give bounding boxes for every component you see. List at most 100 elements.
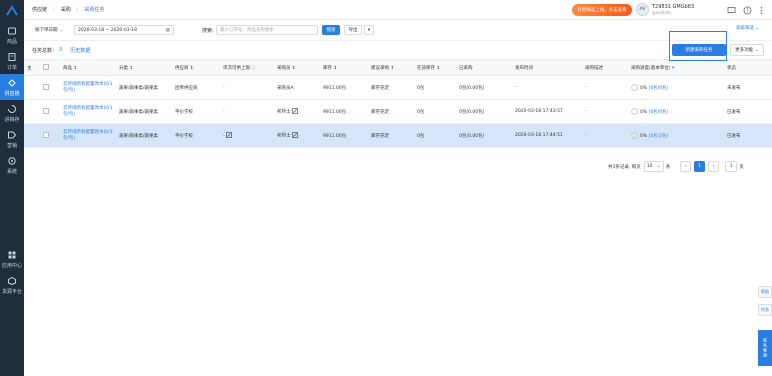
search-placeholder: 输入订单号、商品名称搜索 — [220, 28, 274, 33]
time-cell: - — [512, 75, 582, 100]
user-info[interactable]: AV T29831 GMGb83 guestinfo — [636, 3, 694, 16]
history-data-link[interactable]: 历史数据 — [70, 47, 90, 54]
progress-link[interactable]: (0包/2包) — [649, 134, 669, 139]
product-link[interactable]: 云环境所有配置改水仪(1包/包) — [63, 106, 116, 118]
edit-icon[interactable] — [292, 132, 298, 139]
help-icon[interactable]: ? — [742, 5, 752, 15]
edit-icon[interactable] — [292, 108, 298, 115]
purchased-cell: 0包(0.00包) — [456, 75, 512, 100]
col-header-label: 采购进度(基本单位) — [631, 65, 671, 71]
col-header: 已采购 — [456, 59, 512, 76]
advanced-filter-link[interactable]: 高级筛选 ⌄ — [736, 25, 759, 32]
progress-cell: 0% (0包/0包) — [628, 99, 724, 124]
task-count-label: 任务总数： — [32, 47, 58, 54]
col-header[interactable]: 供应商 ↕ — [172, 59, 220, 76]
purchase-task-table: 主 商品 ↕ 分类 ↕ 供应商 ↕ 单次可供上限 ⓘ 采购员 ↕ 库存 ↕ 建议… — [24, 59, 772, 148]
product-link[interactable]: 云环境所有配置改水仪(1包/包) — [63, 130, 116, 142]
export-button[interactable]: 导出 — [344, 25, 362, 35]
user-name: T29831 GMGb83 — [652, 3, 695, 10]
limit-cell: - — [220, 75, 274, 100]
breadcrumb-item[interactable]: 供应链 — [32, 6, 47, 13]
search-input[interactable]: 输入订单号、商品名称搜索 — [216, 25, 318, 35]
select-all-checkbox[interactable] — [40, 59, 60, 76]
product-link[interactable]: 云环境所有配置改水仪(1包/包) — [63, 82, 116, 94]
progress-ring-icon — [631, 132, 638, 139]
sidebar-item-marketing[interactable]: 营销 — [0, 126, 24, 152]
desc-cell: - — [582, 75, 628, 100]
product-cell[interactable]: 云环境所有配置改水仪(1包/包) — [60, 75, 116, 100]
sidebar-item-supply-chain[interactable]: 供应链 — [0, 74, 24, 100]
col-header: 单次可供上限 ⓘ — [220, 59, 274, 76]
edit-icon[interactable] — [226, 132, 232, 139]
promo-banner[interactable]: 有赞精选上线，点击查看 — [572, 4, 632, 16]
sidebar-item-app-center[interactable]: 应用中心 — [0, 246, 24, 272]
row-checkbox[interactable] — [40, 123, 60, 148]
row-checkbox[interactable] — [40, 75, 60, 100]
next-page-button[interactable]: › — [708, 161, 720, 172]
progress-percent: 0% — [640, 110, 648, 115]
progress-link[interactable]: (0包/0包) — [649, 110, 669, 115]
more-functions-button[interactable]: 更多功能 ⌄ — [730, 44, 764, 56]
sidebar-item-order[interactable]: 订单 — [0, 48, 24, 74]
product-cell[interactable]: 云环境所有配置改水仪(1包/包) — [60, 123, 116, 148]
chevron-down-icon: ⌄ — [755, 25, 759, 31]
page-number[interactable]: 1 — [694, 161, 706, 172]
page-size-select[interactable]: 10 ⌄ — [643, 161, 664, 172]
sidebar-item-label: 货源平台 — [1, 288, 22, 295]
caret-down-icon: ▾ — [671, 65, 675, 71]
new-purchase-task-button[interactable]: 新建采购任务 — [672, 44, 726, 56]
col-header[interactable]: 商品 ↕ — [60, 59, 116, 76]
status-cell: 已发布 — [724, 99, 772, 124]
suggest-cell: 库存充足 — [368, 99, 414, 124]
col-header[interactable]: 库存 ↕ — [320, 59, 368, 76]
prev-page-button[interactable]: ‹ — [680, 161, 692, 172]
breadcrumb-item[interactable]: 采购 — [61, 6, 71, 13]
sidebar-item-settings[interactable]: 系统 — [0, 152, 24, 178]
col-header[interactable]: 在途库存 ↕ — [414, 59, 456, 76]
buyer-cell: 采购员A — [274, 75, 320, 100]
task-float-button[interactable]: 任务 — [758, 304, 772, 316]
sidebar: 商品 订单 供应链 进销存 营销 系统 应用中心 货源平台 — [0, 0, 24, 376]
col-header[interactable]: 采购进度(基本单位) ▾ — [628, 59, 724, 76]
buyer-name: 老师士 — [277, 109, 291, 115]
more-functions-label: 更多功能 — [735, 48, 754, 53]
transit-cell: 0包 — [414, 99, 456, 124]
contact-service-button[interactable]: 联系客服 — [758, 330, 772, 366]
help-float-button[interactable]: 帮助 — [758, 286, 772, 298]
question-icon: ⓘ — [251, 65, 256, 71]
date-range-picker[interactable]: 2020-03-18 ~ 2020-03-18 ▦ — [74, 25, 174, 35]
supply-chain-icon — [7, 78, 17, 88]
progress-link[interactable]: (0包/0包) — [649, 86, 669, 91]
progress-cell: 0% (0包/2包) — [628, 123, 724, 148]
product-cell[interactable]: 云环境所有配置改水仪(1包/包) — [60, 99, 116, 124]
table-row: 云环境所有配置改水仪(1包/包) 蔬果/蔬果类/蔬果类 团帝供应商 - 采购员A… — [24, 75, 772, 100]
sidebar-item-label: 订单 — [6, 64, 17, 71]
col-header: 发布时间 — [512, 59, 582, 76]
time-cell: 2020-03-18 17:43:57 — [512, 99, 582, 124]
table-row: 云环境所有配置改水仪(1包/包) 蔬果/蔬果类/蔬果类 平价学校 - 老师士 9… — [24, 99, 772, 124]
message-icon[interactable] — [726, 5, 736, 15]
inventory-icon — [7, 104, 17, 114]
col-header[interactable]: 建议采购 ↕ — [368, 59, 414, 76]
date-type-select[interactable]: 按下单日期 ⌄ — [32, 25, 72, 35]
chevron-left-icon: ‹ — [684, 164, 687, 169]
product-icon — [7, 26, 17, 36]
col-header[interactable]: 采购员 ↕ — [274, 59, 320, 76]
sidebar-item-product[interactable]: 商品 — [0, 22, 24, 48]
user-sub: guestinfo — [652, 9, 671, 15]
col-header[interactable]: 分类 ↕ — [116, 59, 172, 76]
progress-ring-icon — [631, 84, 638, 91]
desc-cell: - — [582, 99, 628, 124]
sidebar-item-inventory[interactable]: 进销存 — [0, 100, 24, 126]
status-cell: 已发布 — [724, 123, 772, 148]
more-vertical-icon[interactable] — [756, 5, 766, 15]
svg-text:?: ? — [746, 8, 749, 14]
table-header-row: 主 商品 ↕ 分类 ↕ 供应商 ↕ 单次可供上限 ⓘ 采购员 ↕ 库存 ↕ 建议… — [24, 59, 772, 76]
row-checkbox[interactable] — [40, 99, 60, 124]
goto-page-input[interactable]: 1 — [725, 161, 738, 172]
date-range-value: 2020-03-18 ~ 2020-03-18 — [78, 27, 137, 33]
export-dropdown-button[interactable]: ▾ — [364, 25, 374, 35]
sidebar-item-supply-platform[interactable]: 货源平台 — [0, 272, 24, 298]
search-button[interactable]: 搜索 — [322, 25, 340, 35]
breadcrumb-current: 采购任务 — [84, 7, 105, 13]
